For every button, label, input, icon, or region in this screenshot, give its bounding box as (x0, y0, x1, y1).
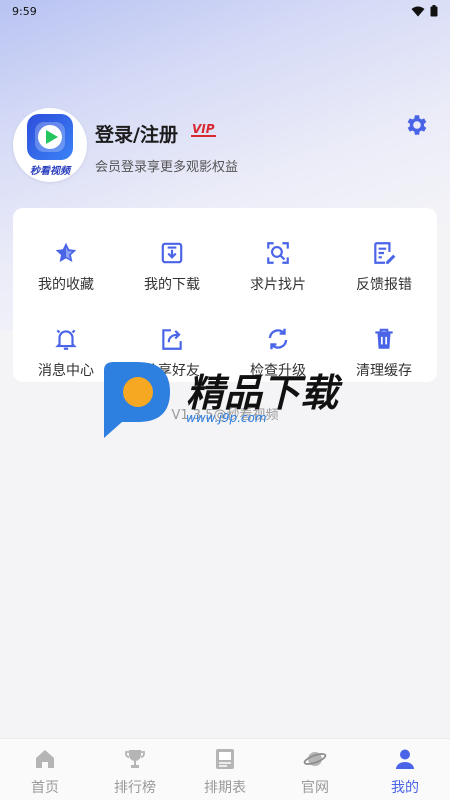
status-time: 9:59 (12, 4, 37, 18)
share-icon (162, 329, 182, 350)
battery-icon (430, 5, 438, 17)
tab-official-site[interactable]: 官网 (270, 739, 360, 800)
grid-item-feedback[interactable]: 反馈报错 (331, 222, 437, 293)
avatar-caption: 秒看视频 (30, 166, 70, 177)
svg-text:精品下载: 精品下载 (186, 371, 343, 415)
grid-item-downloads[interactable]: 我的下载 (119, 222, 225, 293)
profile-header: 秒看视频 登录/注册 VIP 会员登录享更多观影权益 (13, 108, 437, 184)
user-icon (396, 749, 414, 769)
bottom-tab-bar: 首页 排行榜 排期表 官网 我的 (0, 738, 450, 800)
svg-text:www.j9p.com: www.j9p.com (186, 411, 267, 425)
grid-item-favorites[interactable]: 我的收藏 (13, 222, 119, 293)
feedback-edit-icon (374, 242, 396, 264)
schedule-icon (216, 749, 234, 769)
vip-badge: VIP (191, 122, 216, 137)
avatar[interactable]: 秒看视频 (13, 108, 87, 182)
grid-item-request-movie[interactable]: 求片找片 (225, 222, 331, 293)
star-icon (55, 242, 77, 262)
login-register-link[interactable]: 登录/注册 (95, 120, 178, 147)
tab-mine[interactable]: 我的 (360, 739, 450, 800)
tab-ranking[interactable]: 排行榜 (90, 739, 180, 800)
login-subtitle: 会员登录享更多观影权益 (95, 160, 239, 175)
status-bar: 9:59 (0, 0, 450, 22)
app-logo-icon (27, 114, 73, 160)
tab-home[interactable]: 首页 (0, 739, 90, 800)
wifi-icon (411, 6, 425, 16)
tab-schedule[interactable]: 排期表 (180, 739, 270, 800)
gear-icon[interactable] (403, 112, 429, 138)
home-icon (36, 750, 54, 768)
trophy-icon (125, 750, 145, 768)
trash-icon (375, 328, 393, 349)
refresh-icon (268, 328, 288, 350)
watermark-logo: 精品下载 www.j9p.com (100, 356, 360, 446)
search-scan-icon (267, 242, 289, 264)
download-icon (161, 242, 183, 264)
bell-icon (55, 329, 77, 350)
planet-icon (303, 752, 327, 766)
